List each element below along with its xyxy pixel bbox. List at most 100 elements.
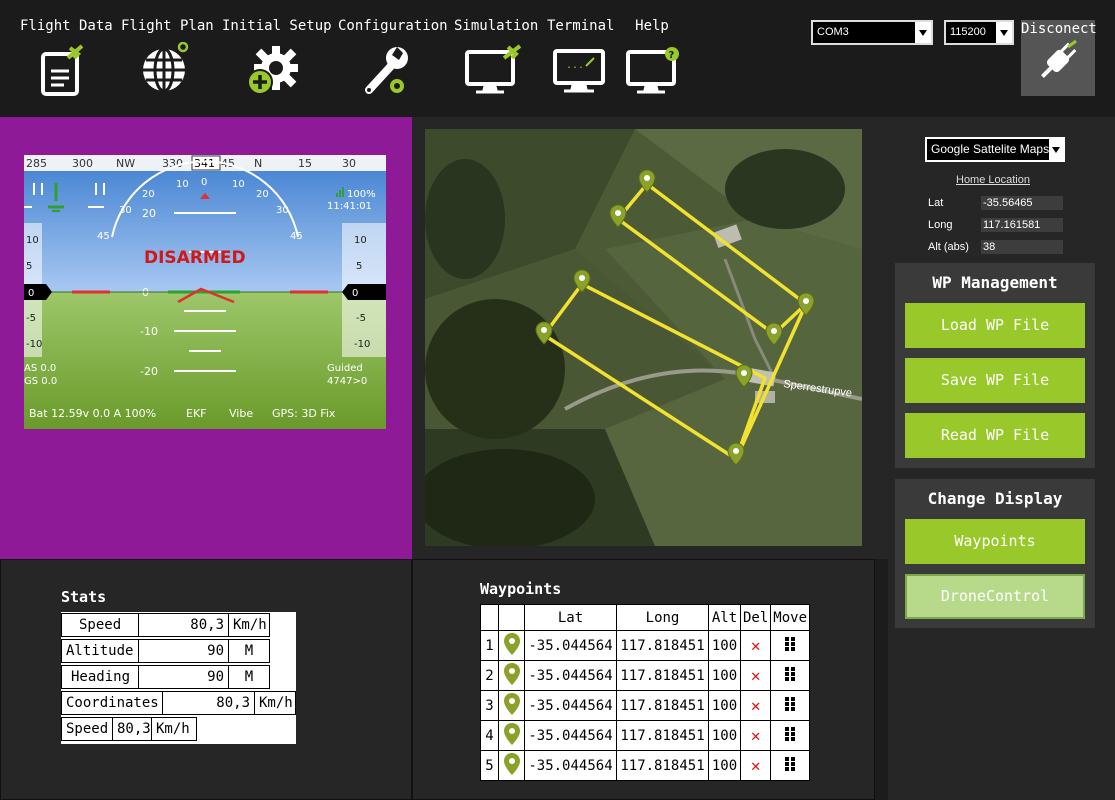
- load-wp-file-button[interactable]: Load WP File: [905, 303, 1085, 348]
- delete-icon[interactable]: ✕: [739, 630, 772, 661]
- tab-initial-setup[interactable]: Initial Setup: [222, 18, 332, 34]
- change-display-title: Change Display: [927, 489, 1063, 508]
- right-scale-tick: -5: [356, 313, 366, 324]
- delete-icon[interactable]: ✕: [739, 690, 772, 721]
- wp-alt[interactable]: 100: [708, 660, 741, 691]
- drag-handle-icon[interactable]: [770, 660, 811, 691]
- stats-unit: Km/h: [228, 613, 270, 637]
- monitor-terminal-icon: ...: [553, 49, 605, 93]
- col-header-long: Long: [616, 604, 709, 631]
- waypoint-pin-icon[interactable]: [638, 169, 656, 193]
- waypoint-pin-icon[interactable]: [573, 269, 591, 293]
- tab-flight-plan[interactable]: Flight Plan: [121, 18, 214, 34]
- gear-plus-icon: [247, 46, 298, 95]
- tab-terminal-label: Terminal: [547, 18, 615, 34]
- waypoint-pin-icon[interactable]: [609, 204, 627, 228]
- home-lat-value[interactable]: -35.56465: [981, 196, 1063, 210]
- roll-tick: 20: [256, 189, 269, 200]
- table-row: 5 -35.044564 117.818451 100 ✕: [480, 750, 811, 781]
- roll-tick: 20: [142, 189, 155, 200]
- change-display-group: Change Display Waypoints DroneControl: [895, 479, 1095, 628]
- tab-help[interactable]: Help: [630, 18, 674, 34]
- globe-pin-icon: [143, 42, 189, 93]
- port-select[interactable]: COM3: [811, 20, 933, 45]
- waypoint-pin-icon[interactable]: [735, 364, 753, 388]
- waypoint-pin-icon[interactable]: [535, 321, 553, 345]
- drag-handle-icon[interactable]: [770, 690, 811, 721]
- wp-long[interactable]: 117.818451: [616, 630, 709, 661]
- wp-number: 3: [480, 690, 499, 721]
- drag-handle-icon[interactable]: [770, 720, 811, 751]
- wp-long[interactable]: 117.818451: [616, 720, 709, 751]
- tab-simulation-label: Simulation: [454, 18, 539, 34]
- wp-long[interactable]: 117.818451: [616, 690, 709, 721]
- pitch-tick: 20: [142, 207, 156, 220]
- wp-lat[interactable]: -35.044564: [524, 750, 617, 781]
- plug-icon: [1041, 39, 1077, 78]
- wp-alt[interactable]: 100: [708, 630, 741, 661]
- home-long-value[interactable]: 117.161581: [981, 218, 1063, 232]
- dronecontrol-display-button[interactable]: DroneControl: [905, 574, 1085, 619]
- col-header-del: Del: [739, 604, 772, 631]
- stats-label: Speed: [61, 717, 113, 741]
- drag-handle-icon[interactable]: [770, 750, 811, 781]
- vibe-label: Vibe: [229, 407, 253, 420]
- col-header-alt: Alt: [708, 604, 741, 631]
- stats-value: 80,3: [138, 613, 229, 637]
- home-alt-value[interactable]: 38: [981, 240, 1063, 254]
- table-header-row: Lat Long Alt Del Move: [480, 604, 811, 631]
- disconnect-label: Disconect: [1021, 21, 1097, 37]
- roll-tick: 45: [290, 231, 303, 242]
- satellite-map[interactable]: Sperrestrupve: [425, 129, 862, 546]
- ekf-label: EKF: [186, 407, 207, 420]
- tab-flight-data[interactable]: Flight Data: [20, 18, 113, 34]
- wp-number: 5: [480, 750, 499, 781]
- left-scale-tick: 10: [26, 235, 39, 246]
- stats-unit: Km/h: [254, 691, 296, 715]
- wp-long[interactable]: 117.818451: [616, 750, 709, 781]
- wp-alt[interactable]: 100: [708, 750, 741, 781]
- heading-tick: 15: [298, 157, 312, 170]
- heading-tick: 330: [162, 157, 183, 170]
- table-row: 2 -35.044564 117.818451 100 ✕: [480, 660, 811, 691]
- right-scale-tick: 10: [354, 235, 367, 246]
- tab-simulation[interactable]: Simulation: [454, 18, 539, 34]
- roll-tick: 10: [232, 179, 245, 190]
- wp-lat[interactable]: -35.044564: [524, 720, 617, 751]
- save-wp-file-button[interactable]: Save WP File: [905, 358, 1085, 403]
- roll-tick: 30: [119, 205, 132, 216]
- wp-management-title: WP Management: [932, 273, 1058, 292]
- left-scale-tick: -10: [26, 339, 42, 350]
- delete-icon[interactable]: ✕: [739, 750, 772, 781]
- wp-alt[interactable]: 100: [708, 690, 741, 721]
- col-header-move: Move: [770, 604, 811, 631]
- tab-terminal[interactable]: Terminal: [547, 18, 615, 34]
- chevron-down-icon: [915, 22, 931, 43]
- heading-tick: 300: [72, 157, 93, 170]
- col-header-lat: Lat: [524, 604, 617, 631]
- chevron-down-icon: [1049, 139, 1063, 160]
- waypoint-pin-icon[interactable]: [797, 292, 815, 316]
- disconnect-button[interactable]: Disconect: [1021, 20, 1097, 96]
- waypoints-panel: Waypoints Lat Long Alt Del Move 1 -35.04…: [412, 559, 875, 800]
- read-wp-file-button[interactable]: Read WP File: [905, 413, 1085, 458]
- baud-select[interactable]: 115200: [944, 20, 1014, 45]
- waypoint-pin-icon[interactable]: [765, 322, 783, 346]
- home-location-link[interactable]: Home Location: [956, 174, 1030, 186]
- wp-lat[interactable]: -35.044564: [524, 660, 617, 691]
- heading-tick: N: [254, 157, 262, 170]
- drag-handle-icon[interactable]: [770, 630, 811, 661]
- wp-lat[interactable]: -35.044564: [524, 630, 617, 661]
- waypoints-display-button[interactable]: Waypoints: [905, 519, 1085, 564]
- delete-icon[interactable]: ✕: [739, 660, 772, 691]
- waypoint-pin-icon: [498, 660, 525, 691]
- wp-alt[interactable]: 100: [708, 720, 741, 751]
- map-source-select[interactable]: Google Sattelite Maps: [925, 137, 1065, 162]
- tab-configuration[interactable]: Configuration: [338, 18, 448, 34]
- delete-icon[interactable]: ✕: [739, 720, 772, 751]
- wp-lat[interactable]: -35.044564: [524, 690, 617, 721]
- waypoint-pin-icon[interactable]: [727, 442, 745, 466]
- left-scale-tick: 5: [26, 261, 32, 272]
- wp-long[interactable]: 117.818451: [616, 660, 709, 691]
- tab-help-label: Help: [635, 18, 669, 34]
